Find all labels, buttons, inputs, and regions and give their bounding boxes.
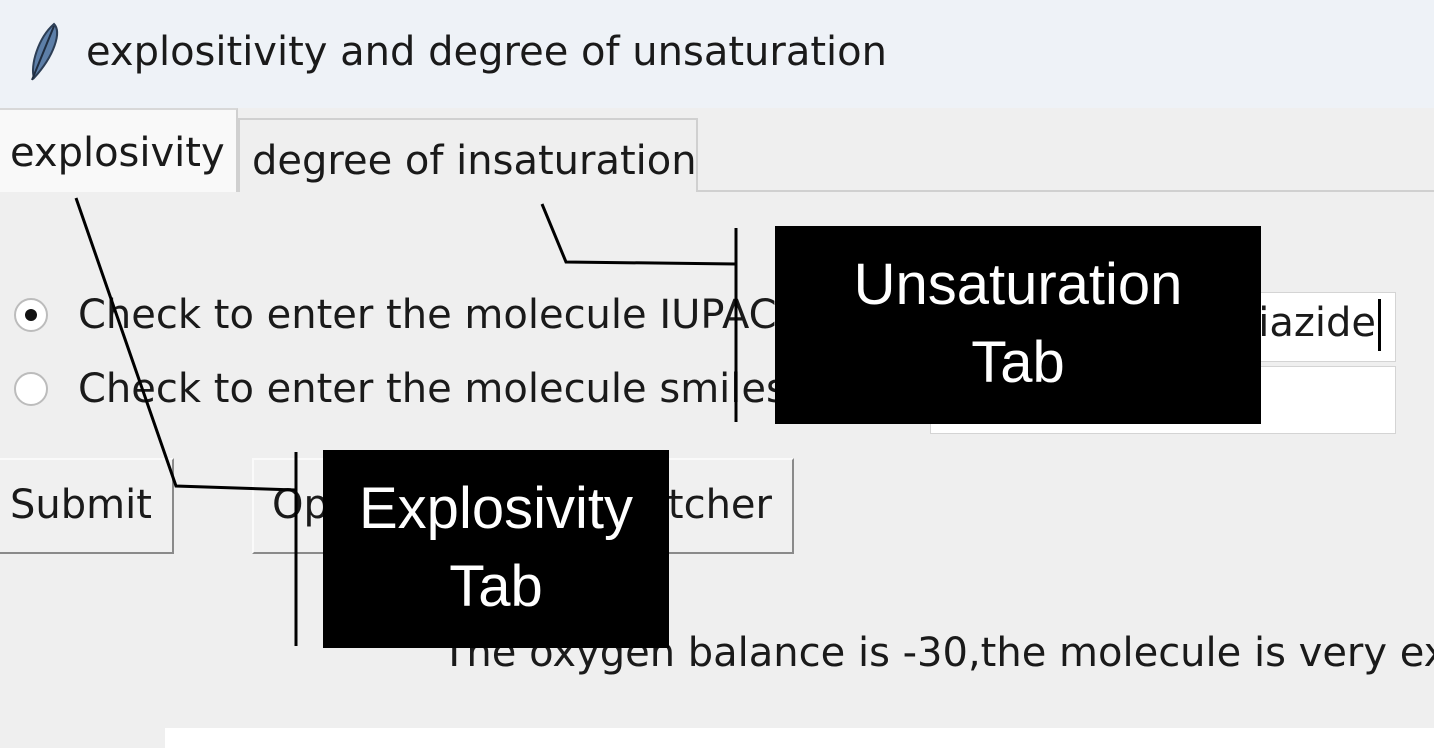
explosivity-callout-line2: Tab [449,554,543,619]
unsaturation-callout-line1: Unsaturation [853,252,1183,317]
unsaturation-callout-line2: Tab [971,330,1065,395]
explosivity-callout-line1: Explosivity [359,476,633,541]
explosivity-pointer-line [74,197,297,492]
unsaturation-tab-callout: Unsaturation Tab [775,226,1261,424]
unsaturation-pointer-line [540,203,737,266]
explosivity-tab-callout: Explosivity Tab [323,450,669,648]
